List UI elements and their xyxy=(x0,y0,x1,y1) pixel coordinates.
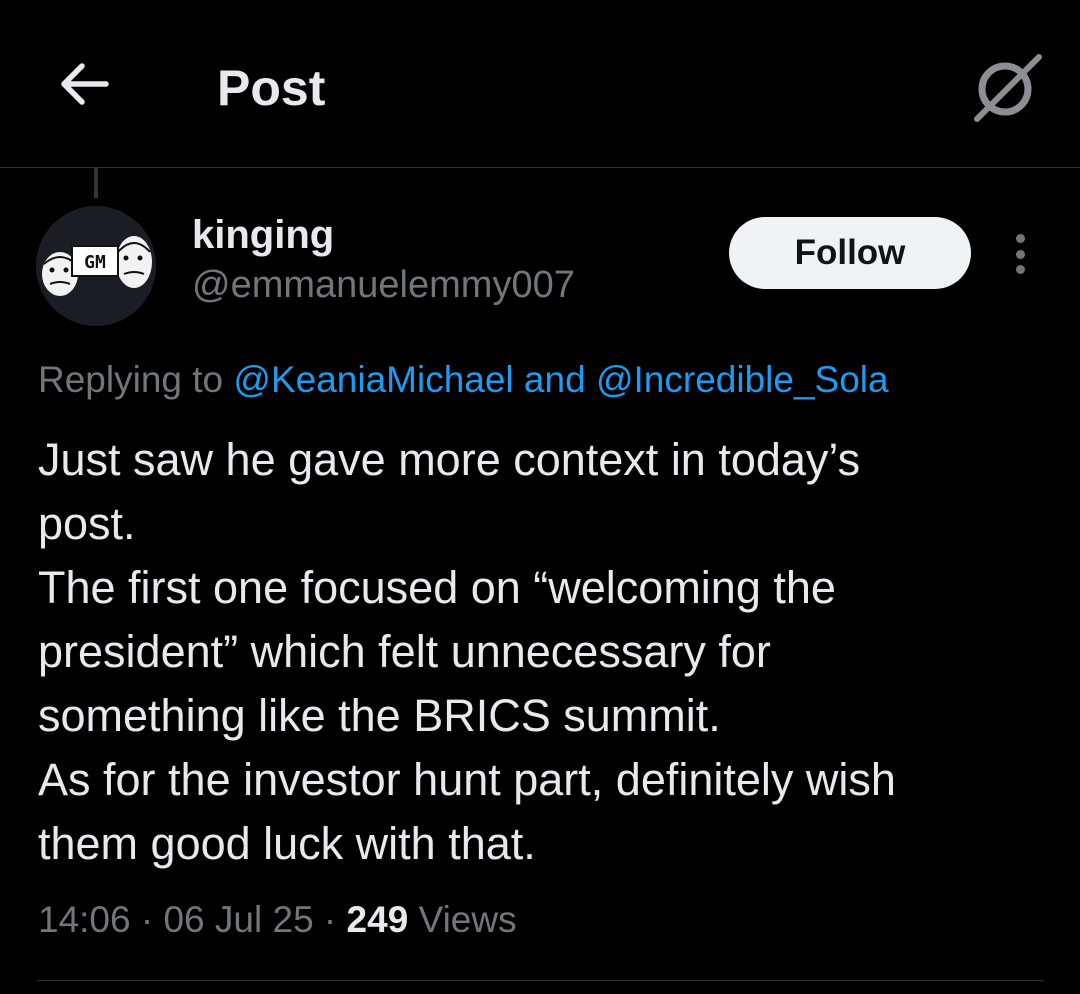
more-options-button[interactable] xyxy=(1000,228,1040,280)
tweet-line: something like the BRICS summit. xyxy=(38,690,721,741)
grok-button[interactable] xyxy=(966,48,1046,128)
mention-link-incredible-sola[interactable]: @Incredible_Sola xyxy=(596,359,889,400)
post-date[interactable]: 06 Jul 25 xyxy=(163,899,313,940)
tweet-line: As for the investor hunt part, definitel… xyxy=(38,754,896,805)
post-metadata: 14:06 · 06 Jul 25 · 249 Views xyxy=(38,894,517,946)
top-bar: Post xyxy=(0,0,1080,168)
more-icon-dot xyxy=(1015,249,1025,259)
tweet-line: president” which felt unnecessary for xyxy=(38,626,771,677)
author-name[interactable]: kinging xyxy=(192,210,334,260)
meta-separator: · xyxy=(313,899,347,940)
page-title: Post xyxy=(217,60,326,116)
tweet-line: The first one focused on “welcoming the xyxy=(38,562,836,613)
follow-button[interactable]: Follow xyxy=(729,217,971,289)
tweet-line: them good luck with that. xyxy=(38,818,536,869)
mention-link-keaniamichael[interactable]: @KeaniaMichael xyxy=(233,359,513,400)
views-count[interactable]: 249 xyxy=(347,899,409,940)
avatar-image: GM xyxy=(36,206,156,326)
reply-conjunction: and xyxy=(513,359,596,400)
meta-separator: · xyxy=(130,899,164,940)
thread-connector-line xyxy=(94,168,98,198)
tweet-line: Just saw he gave more context in today’s xyxy=(38,434,861,485)
reply-prefix: Replying to xyxy=(38,359,234,400)
back-button[interactable] xyxy=(52,52,116,116)
more-icon xyxy=(1015,234,1025,243)
more-icon-dot xyxy=(1015,265,1025,274)
avatar[interactable]: GM xyxy=(36,206,156,326)
tweet-text: Just saw he gave more context in today’s… xyxy=(38,428,1048,876)
avatar-sign-text: GM xyxy=(84,252,106,273)
reply-context: Replying to @KeaniaMichael and @Incredib… xyxy=(38,356,889,404)
tweet-line: post. xyxy=(38,498,136,549)
arrow-left-icon xyxy=(61,63,109,105)
post-time[interactable]: 14:06 xyxy=(38,899,131,940)
divider xyxy=(38,980,1044,981)
views-label: Views xyxy=(408,899,517,940)
grok-icon xyxy=(974,54,1042,122)
author-handle[interactable]: @emmanuelemmy007 xyxy=(192,262,575,308)
